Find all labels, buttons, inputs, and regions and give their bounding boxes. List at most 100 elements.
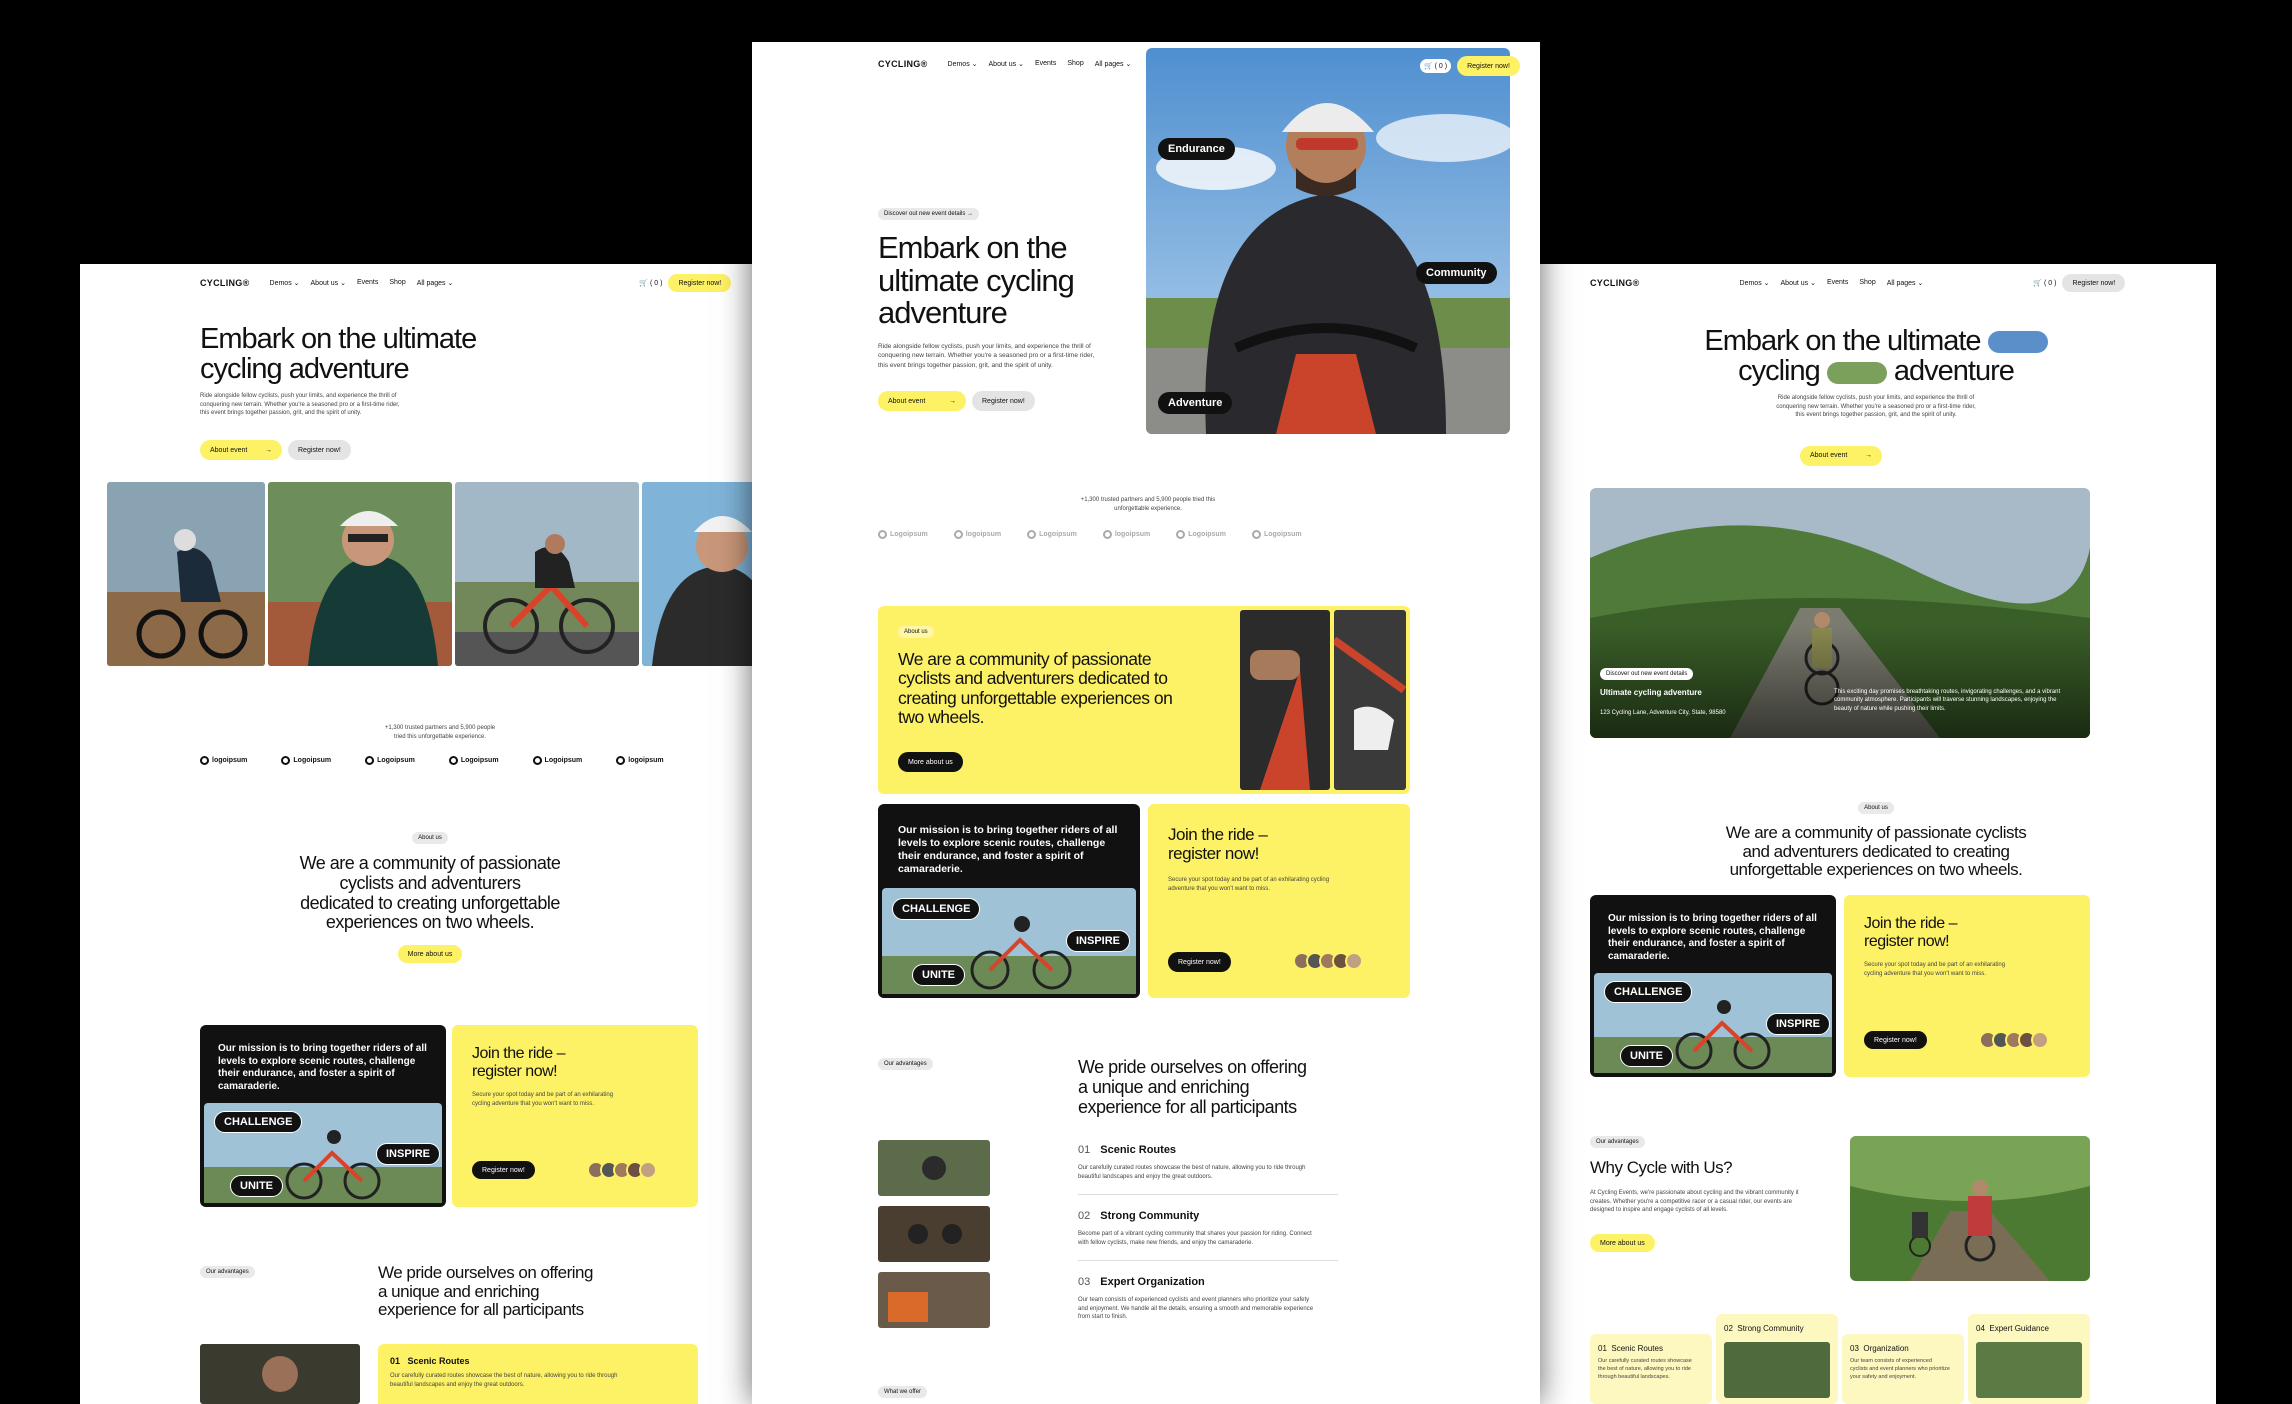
logo-mark-icon [365, 756, 375, 765]
hero-body: Ride alongside fellow cyclists, push you… [1776, 395, 1976, 419]
nav-about[interactable]: About us ⌄ [989, 60, 1024, 68]
feature-card: 04 Expert Guidance [1968, 1314, 2090, 1404]
about-section: About us We are a community of passionat… [80, 826, 780, 964]
sticker-inspire: INSPIRE [1766, 1013, 1831, 1035]
join-register-button[interactable]: Register now! [1168, 952, 1231, 972]
cart-icon[interactable]: 🛒 ( 0 ) [1420, 59, 1452, 73]
divider [1078, 1260, 1338, 1261]
hero-title: Embark on the ultimate cycling adventure [1536, 326, 2216, 387]
partner-logo: logoipsum [200, 756, 247, 765]
logo[interactable]: CYCLING® [878, 59, 928, 69]
partner-logo: Logoipsum [281, 756, 331, 765]
logo[interactable]: CYCLING® [200, 278, 250, 288]
mission-card: Our mission is to bring together riders … [200, 1025, 446, 1207]
tag-community: Community [1416, 262, 1497, 284]
mission-text: Our mission is to bring together riders … [898, 824, 1118, 876]
feature-card: 02 Strong Community [1716, 1314, 1838, 1404]
avatar [2031, 1031, 2049, 1049]
advantages-badge: Our advantages [1590, 1136, 1645, 1148]
arrow-right-icon: → [265, 446, 272, 454]
nav-about[interactable]: About us ⌄ [1781, 279, 1816, 287]
nav-demos[interactable]: Demos ⌄ [270, 279, 300, 287]
mission-card: Our mission is to bring together riders … [878, 804, 1140, 998]
offer-badge: What we offer [878, 1386, 927, 1398]
partner-logo: logoipsum [953, 530, 1001, 539]
logo[interactable]: CYCLING® [1590, 278, 1640, 288]
nav-links: Demos ⌄ About us ⌄ Events Shop All pages… [948, 60, 1132, 68]
about-badge: About us [412, 832, 448, 844]
logo-mark-icon [953, 530, 963, 539]
event-address: 123 Cycling Lane, Adventure City, State,… [1600, 710, 1726, 716]
page-preview-left: CYCLING® Demos ⌄ About us ⌄ Events Shop … [80, 264, 780, 1404]
tag-adventure: Adventure [1158, 392, 1233, 414]
nav-shop[interactable]: Shop [1067, 60, 1083, 68]
trust-text: +1,300 trusted partners and 5,900 people… [384, 725, 496, 740]
register-now-button[interactable]: Register now! [972, 391, 1035, 411]
partner-logo: Logoipsum [1251, 530, 1302, 539]
advantage-item: 02 Strong Community Become part of a vibr… [1078, 1210, 1312, 1246]
about-event-button[interactable]: About event → [878, 391, 966, 411]
participant-avatars [587, 1161, 657, 1179]
nav-events[interactable]: Events [1035, 60, 1056, 68]
page-preview-right: CYCLING® Demos ⌄ About us ⌄ Events Shop … [1536, 264, 2216, 1404]
more-about-button[interactable]: More about us [397, 945, 463, 964]
nav-pages[interactable]: All pages ⌄ [1095, 60, 1132, 68]
event-title: Ultimate cycling adventure [1600, 688, 1702, 697]
about-card: About us We are a community of passionat… [878, 606, 1410, 794]
feature-card: 01 Scenic Routes Our carefully curated r… [1590, 1334, 1712, 1404]
advantage-photo-1 [878, 1140, 990, 1196]
about-event-button[interactable]: About event → [1800, 445, 1882, 466]
nav-about[interactable]: About us ⌄ [311, 279, 346, 287]
nav-events[interactable]: Events [1827, 279, 1848, 287]
event-badge[interactable]: Discover out new event details [1600, 668, 1694, 680]
join-title: Join the ride – register now! [1864, 915, 1958, 950]
join-register-button[interactable]: Register now! [1864, 1031, 1927, 1049]
logo-mark-icon [200, 756, 209, 765]
sticker-unite: UNITE [1620, 1045, 1673, 1067]
event-desc: This exciting day promises breathtaking … [1834, 689, 2061, 712]
partner-logo: Logoipsum [532, 756, 582, 765]
nav-events[interactable]: Events [357, 279, 378, 287]
mission-text: Our mission is to bring together riders … [1608, 913, 1817, 962]
advantages-title: We pride ourselves on offering a unique … [1078, 1057, 1307, 1117]
register-button[interactable]: Register now! [1457, 56, 1520, 76]
register-now-button[interactable]: Register now! [288, 440, 351, 460]
participant-avatars [1293, 952, 1363, 970]
nav-pages[interactable]: All pages ⌄ [417, 279, 454, 287]
nav-shop[interactable]: Shop [1859, 279, 1875, 287]
feature-photo [1976, 1342, 2082, 1398]
nav-shop[interactable]: Shop [389, 279, 405, 287]
sticker-challenge: CHALLENGE [1604, 981, 1693, 1003]
more-about-button[interactable]: More about us [898, 752, 963, 772]
advantage-item: 03 Expert Organization Our team consists … [1078, 1276, 1314, 1321]
hero-badge[interactable]: Discover out new event details → [878, 208, 980, 220]
register-button[interactable]: Register now! [2062, 274, 2126, 292]
why-more-button[interactable]: More about us [1590, 1234, 1655, 1252]
cart-icon[interactable]: 🛒 ( 0 ) [639, 279, 662, 287]
avatar [639, 1161, 657, 1179]
hero-body: Ride alongside fellow cyclists, push you… [200, 393, 400, 417]
hero-actions: About event → Register now! [878, 391, 1035, 411]
nav-demos[interactable]: Demos ⌄ [948, 60, 978, 68]
join-register-button[interactable]: Register now! [472, 1161, 535, 1179]
nav-demos[interactable]: Demos ⌄ [1740, 279, 1770, 287]
rider-photo-1 [107, 482, 265, 666]
logo-mark-icon [1027, 530, 1037, 539]
logo-mark-icon [1176, 530, 1186, 539]
about-event-button[interactable]: About event → [200, 440, 282, 460]
nav-pages[interactable]: All pages ⌄ [1887, 279, 1924, 287]
partner-logo: Logoipsum [365, 756, 415, 765]
register-button[interactable]: Register now! [668, 274, 732, 292]
logo-mark-icon [878, 530, 887, 539]
logo-mark-icon [1102, 530, 1112, 539]
sticker-unite: UNITE [912, 964, 965, 986]
about-title: We are a community of passionate cyclist… [1725, 823, 2027, 880]
trust-text: +1,300 trusted partners and 5,900 people… [1080, 497, 1216, 512]
join-title: Join the ride – register now! [1168, 825, 1268, 863]
advantages-badge: Our advantages [878, 1058, 933, 1070]
sticker-unite: UNITE [230, 1175, 283, 1197]
hero-actions: About event → [1800, 444, 1882, 466]
logo-mark-icon [281, 756, 291, 765]
cart-icon[interactable]: 🛒 ( 0 ) [2033, 279, 2056, 287]
join-title: Join the ride – register now! [472, 1045, 566, 1080]
